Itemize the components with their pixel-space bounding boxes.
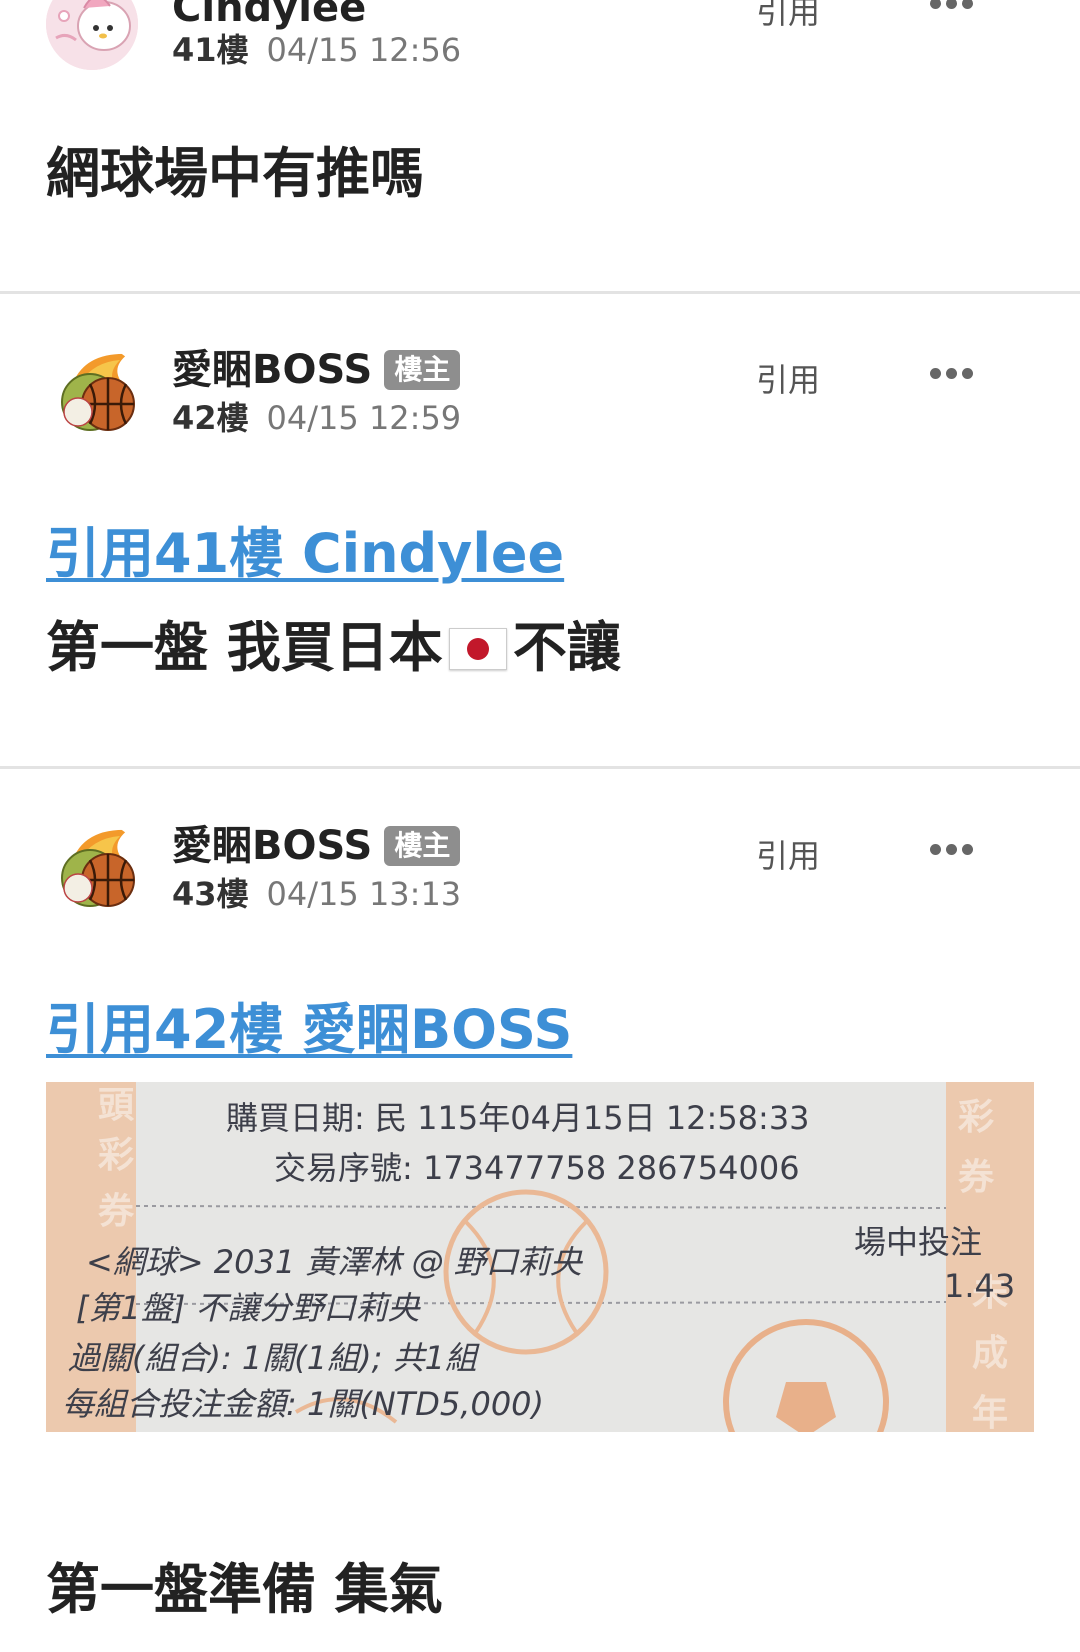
receipt-serial: 交易序號: 173477758 286754006	[274, 1149, 800, 1187]
post-meta: 43樓 04/15 13:13	[172, 874, 461, 914]
post-time: 04/15 12:59	[266, 399, 462, 437]
post-content-text-end: 不讓	[512, 616, 621, 679]
floor-number: 43樓	[172, 875, 249, 913]
receipt-side-char: 成	[972, 1333, 1009, 1374]
receipt-side-char: 券	[958, 1157, 995, 1198]
post-meta: 42樓 04/15 12:59	[172, 398, 461, 438]
receipt-side-char: 彩	[958, 1097, 995, 1138]
author-name-text: 愛睏BOSS	[172, 347, 373, 393]
my-melody-avatar-icon	[46, 0, 138, 70]
receipt-purchase-date: 購買日期: 民 115年04月15日 12:58:33	[226, 1099, 810, 1137]
op-badge: 樓主	[384, 826, 461, 866]
receipt-side-char: 券	[98, 1191, 135, 1232]
receipt-parlay: 過關(組合): 1關(1組); 共1組	[68, 1339, 477, 1377]
more-options-icon[interactable]	[930, 368, 974, 380]
sports-balls-fire-avatar-icon	[50, 822, 142, 914]
receipt-in-play-label: 場中投注	[854, 1223, 983, 1261]
receipt-amount: 每組合投注金額: 1關(NTD5,000)	[62, 1385, 545, 1423]
avatar[interactable]	[50, 822, 142, 914]
quote-button[interactable]: 引用	[756, 836, 820, 876]
receipt-match: <網球> 2031 黃澤林 @ 野口莉央	[86, 1243, 582, 1281]
quote-button[interactable]: 引用	[756, 360, 820, 400]
floor-number: 41樓	[172, 31, 249, 69]
op-badge: 樓主	[384, 350, 461, 390]
post-content-text: 第一盤 我買日本	[46, 616, 443, 679]
author-name[interactable]: 愛睏BOSS 樓主	[172, 822, 461, 870]
author-name[interactable]: Cindylee	[172, 0, 366, 32]
author-name[interactable]: 愛睏BOSS 樓主	[172, 346, 461, 394]
receipt-bet: [第1盤] 不讓分野口莉央	[76, 1289, 420, 1327]
more-options-icon[interactable]	[930, 844, 974, 856]
post-content: 第一盤 我買日本 不讓	[46, 616, 621, 680]
receipt-side-char: 彩	[98, 1135, 135, 1176]
post-meta: 41樓 04/15 12:56	[172, 30, 461, 70]
author-name-text: 愛睏BOSS	[172, 823, 373, 869]
lottery-receipt-image[interactable]: 頭 彩 券 彩 券 未 成 年 購買日期: 民 115年04月15日 12:58…	[46, 1082, 1034, 1432]
more-options-icon[interactable]	[930, 0, 974, 10]
receipt-side-char: 頭	[98, 1085, 135, 1126]
post-content: 第一盤準備 集氣	[46, 1558, 443, 1621]
post-divider	[0, 766, 1080, 769]
japan-flag-icon	[448, 628, 507, 670]
quote-button[interactable]: 引用	[756, 0, 820, 32]
avatar[interactable]	[50, 346, 142, 438]
post-time: 04/15 12:56	[266, 31, 462, 69]
quote-reference-link[interactable]: 引用42樓 愛睏BOSS	[46, 998, 572, 1062]
post-content: 網球場中有推嗎	[46, 142, 424, 205]
receipt-odds: 1.43	[944, 1267, 1016, 1305]
floor-number: 42樓	[172, 399, 249, 437]
post-time: 04/15 13:13	[266, 875, 462, 913]
quote-reference-link[interactable]: 引用41樓 Cindylee	[46, 522, 564, 586]
post-42: 愛睏BOSS 樓主 42樓 04/15 12:59 引用 引用41樓 Cindyle…	[0, 294, 1080, 764]
avatar[interactable]	[46, 0, 138, 70]
post-41: Cindylee 41樓 04/15 12:56 引用 網球場中有推嗎	[0, 0, 1080, 290]
sports-balls-fire-avatar-icon	[50, 346, 142, 438]
receipt-side-char: 年	[972, 1393, 1009, 1432]
